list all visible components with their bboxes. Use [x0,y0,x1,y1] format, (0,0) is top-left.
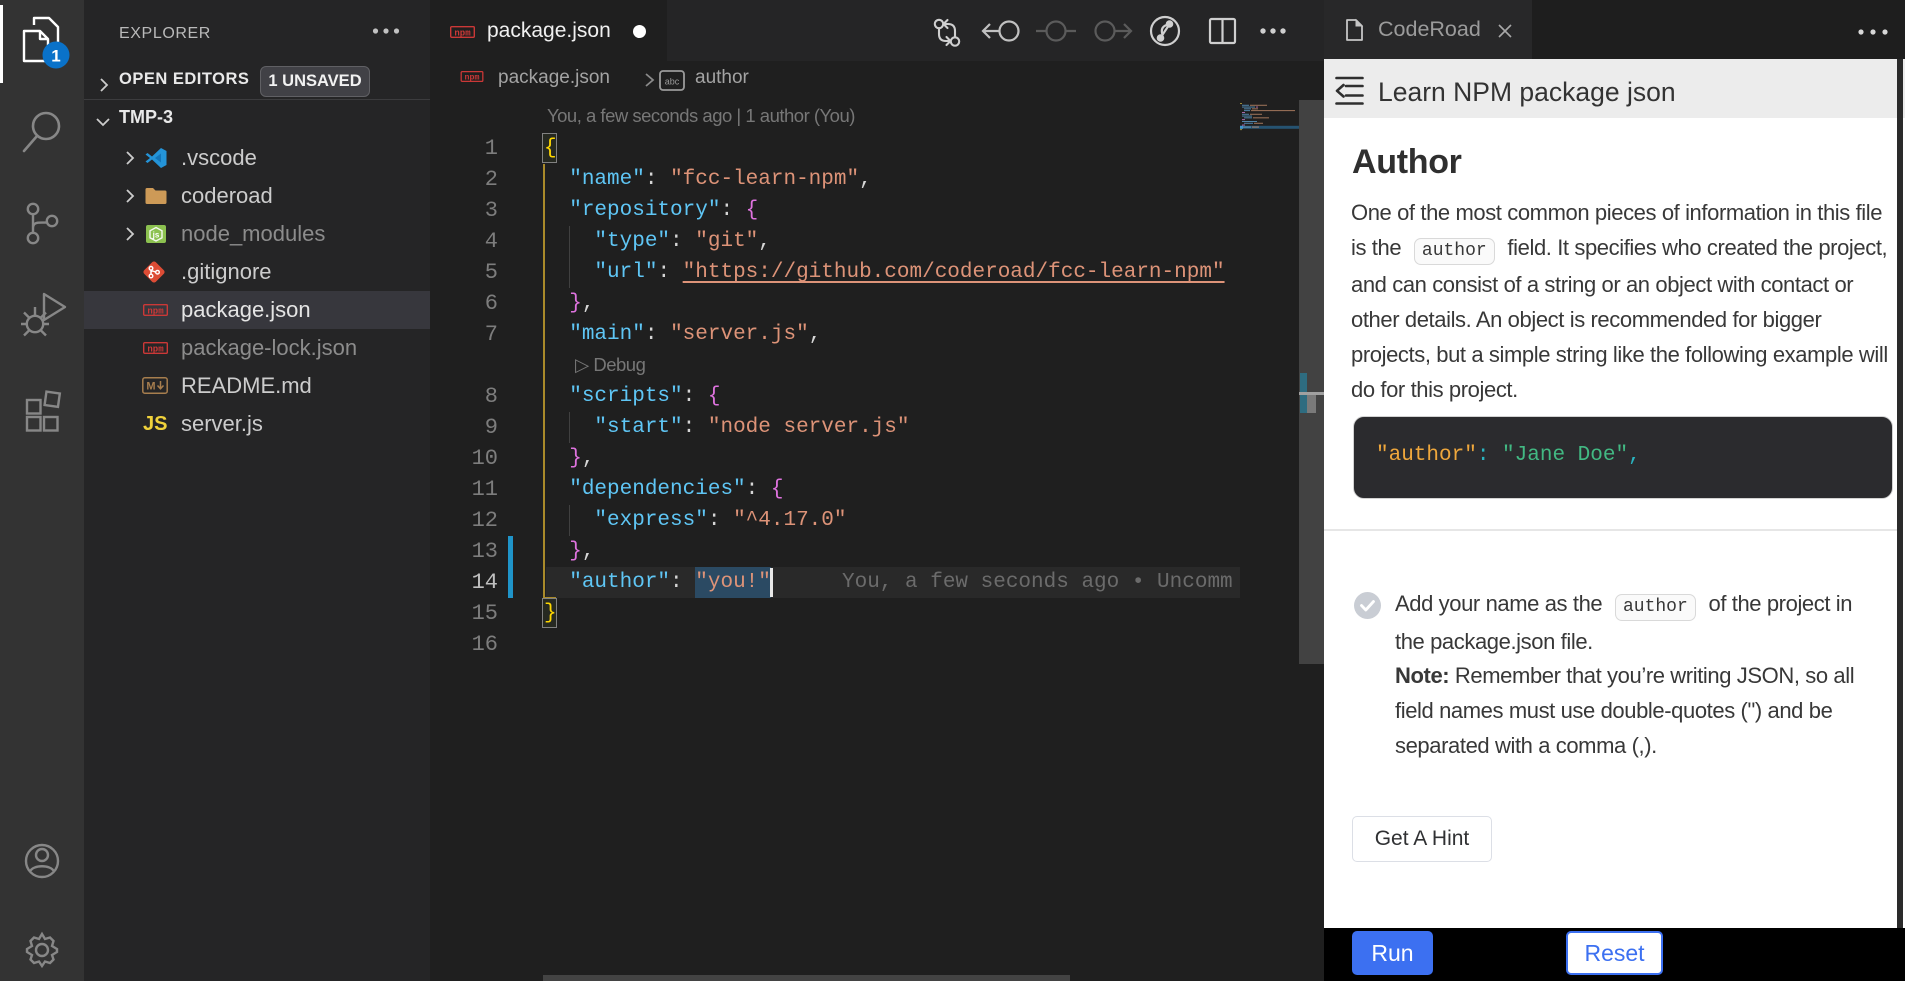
svg-text:M: M [146,381,155,393]
svg-text:1: 1 [51,47,60,66]
svg-text:npm: npm [147,345,164,355]
svg-text:abc: abc [665,77,680,87]
svg-text:js: js [152,231,160,240]
svg-text:npm: npm [465,74,480,82]
svg-text:npm: npm [147,307,164,317]
svg-text:npm: npm [454,29,471,39]
